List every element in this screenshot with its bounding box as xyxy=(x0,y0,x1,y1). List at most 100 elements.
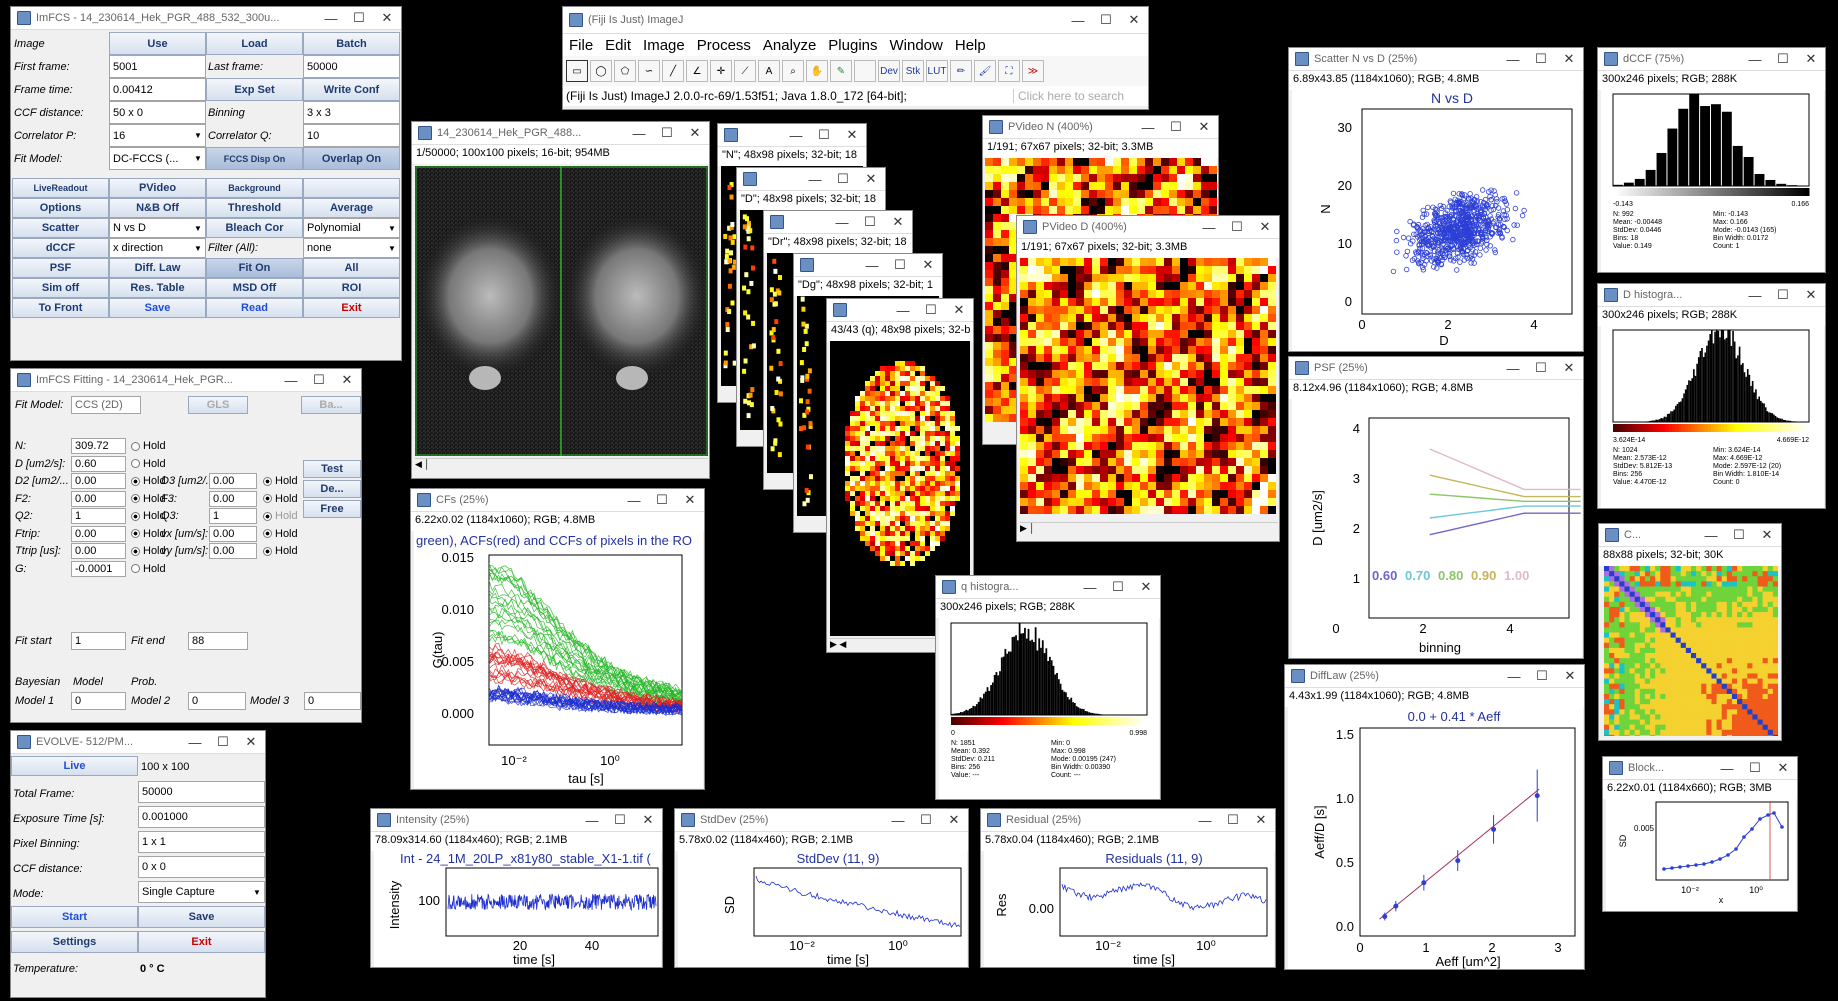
q-histogram-titlebar[interactable]: q histogra... — ☐ ✕ xyxy=(936,576,1160,599)
param-field[interactable]: 0.00 xyxy=(209,490,257,507)
filter-select[interactable]: none ▼ xyxy=(303,238,400,258)
param-field[interactable]: 0.00 xyxy=(71,490,126,507)
frame-time-field[interactable]: 0.00412 xyxy=(109,78,206,101)
live-button[interactable]: Live xyxy=(11,756,138,776)
close-icon[interactable]: ✕ xyxy=(884,214,912,230)
exp-set-button[interactable]: Exp Set xyxy=(206,78,303,101)
pencil-tool-icon[interactable]: ✏ xyxy=(950,60,972,82)
stack-titlebar[interactable]: 14_230614_Hek_PGR_488... — ☐ ✕ xyxy=(412,122,709,145)
first-frame-field[interactable]: 5001 xyxy=(109,55,206,78)
d-histogram-titlebar[interactable]: D histogra... — ☐ ✕ xyxy=(1598,284,1825,307)
minimize-icon[interactable]: — xyxy=(620,493,648,508)
close-icon[interactable]: ✕ xyxy=(1190,119,1218,135)
close-icon[interactable]: ✕ xyxy=(237,734,265,750)
roi-size-field[interactable]: 100 x 100 xyxy=(138,756,265,778)
load-button[interactable]: Load xyxy=(206,32,303,55)
psf-plot[interactable]: 4 3 2 1 0 2 4 binning D [um2/s] 0.60 0.7… xyxy=(1292,398,1582,659)
pvideo-button[interactable]: PVideo xyxy=(109,178,206,198)
write-conf-button[interactable]: Write Conf xyxy=(303,78,400,101)
menu-image[interactable]: Image xyxy=(643,37,685,54)
dccf-histogram[interactable]: -0.143 0.166N: 992Mean: -0.00448StdDev: 0… xyxy=(1601,88,1824,273)
hold-radio[interactable]: Hold xyxy=(131,563,166,575)
param-field[interactable]: 1 xyxy=(209,508,257,524)
imagej-titlebar[interactable]: (Fiji Is Just) ImageJ — ☐ ✕ xyxy=(563,7,1148,34)
threshold-button[interactable]: Threshold xyxy=(206,198,303,218)
close-icon[interactable]: ✕ xyxy=(1132,579,1160,595)
more-tools-icon[interactable]: ≫ xyxy=(1022,60,1044,82)
pvideo-d-heatmap[interactable] xyxy=(1020,258,1278,520)
close-icon[interactable]: ✕ xyxy=(914,257,942,273)
maximize-icon[interactable]: ☐ xyxy=(653,125,681,141)
parameter-map-titlebar[interactable]: — ☐ ✕ xyxy=(718,124,866,147)
blank-tool-icon[interactable] xyxy=(854,60,876,82)
fit-end-field[interactable]: 88 xyxy=(188,632,248,650)
scatter-button[interactable]: Scatter xyxy=(12,218,109,238)
param-field[interactable]: 1 xyxy=(71,508,126,524)
gls-button[interactable]: GLS xyxy=(188,396,248,414)
use-button[interactable]: Use xyxy=(109,32,206,55)
polygon-tool-icon[interactable]: ⬠ xyxy=(614,60,636,82)
line-tool-icon[interactable]: ╱ xyxy=(662,60,684,82)
text-tool-icon[interactable]: A xyxy=(758,60,780,82)
minimize-icon[interactable]: — xyxy=(625,126,653,141)
close-icon[interactable]: ✕ xyxy=(1753,527,1781,543)
param-field[interactable]: 0.00 xyxy=(71,525,126,542)
psf-titlebar[interactable]: PSF (25%) — ☐ ✕ xyxy=(1289,357,1583,380)
batch-button[interactable]: Batch xyxy=(303,32,400,55)
msd-off-button[interactable]: MSD Off xyxy=(206,278,303,298)
maximize-icon[interactable]: ☐ xyxy=(829,171,857,187)
stk-tool[interactable]: Stk xyxy=(902,60,924,82)
minimize-icon[interactable]: — xyxy=(1134,120,1162,135)
correlation-heatmap[interactable] xyxy=(1604,566,1778,736)
close-icon[interactable]: ✕ xyxy=(333,372,361,388)
freehand-tool-icon[interactable]: ∽ xyxy=(638,60,660,82)
minimize-icon[interactable]: — xyxy=(801,172,829,187)
close-icon[interactable]: ✕ xyxy=(681,125,709,141)
wand-tool-icon[interactable]: ⟋ xyxy=(734,60,756,82)
hold-radio[interactable]: Hold xyxy=(263,493,298,505)
correlation-map-titlebar[interactable]: C... — ☐ ✕ xyxy=(1599,524,1781,547)
maximize-icon[interactable]: ☐ xyxy=(917,302,945,318)
close-icon[interactable]: ✕ xyxy=(857,171,885,187)
maximize-icon[interactable]: ☐ xyxy=(1162,119,1190,135)
minimize-icon[interactable]: — xyxy=(828,215,856,230)
menu-edit[interactable]: Edit xyxy=(605,37,631,54)
rectangle-tool-icon[interactable]: ▭ xyxy=(566,60,588,82)
fccs-disp-button[interactable]: FCCS Disp On xyxy=(206,147,303,170)
maximize-icon[interactable]: ☐ xyxy=(209,734,237,750)
param-field[interactable]: 0.60 xyxy=(71,455,126,472)
model1-field[interactable]: 0 xyxy=(71,692,126,710)
d-histogram[interactable]: 3.624E-14 4.669E-12N: 1024Mean: 2.573E-12… xyxy=(1601,324,1824,509)
parameter-map-titlebar[interactable]: — ☐ ✕ xyxy=(764,211,912,234)
param-field[interactable]: 0.00 xyxy=(209,543,257,559)
maximize-icon[interactable]: ☐ xyxy=(1527,360,1555,376)
parameter-map-titlebar[interactable]: — ☐ ✕ xyxy=(737,168,885,191)
imfcs-titlebar[interactable]: ImFCS - 14_230614_Hek_PGR_488_532_300u..… xyxy=(11,7,401,30)
free-button[interactable]: Free xyxy=(303,500,361,518)
point-tool-icon[interactable]: ✛ xyxy=(710,60,732,82)
cfs-titlebar[interactable]: CFs (25%) — ☐ ✕ xyxy=(411,489,704,512)
background-button[interactable]: Background xyxy=(206,178,303,198)
maximize-icon[interactable]: ☐ xyxy=(886,257,914,273)
minimize-icon[interactable]: — xyxy=(889,303,917,318)
camera-exit-button[interactable]: Exit xyxy=(138,931,265,953)
scatter-titlebar[interactable]: Scatter N vs D (25%) — ☐ ✕ xyxy=(1289,48,1583,71)
bleach-cor-button[interactable]: Bleach Cor xyxy=(206,218,303,238)
q-histogram[interactable]: 0 0.998N: 1851Mean: 0.392StdDev: 0.211Bin… xyxy=(939,617,1159,800)
hold-radio[interactable]: Hold xyxy=(131,458,166,470)
menu-process[interactable]: Process xyxy=(697,37,751,54)
angle-tool-icon[interactable]: ∠ xyxy=(686,60,708,82)
close-icon[interactable]: ✕ xyxy=(1556,668,1584,684)
bayes-button[interactable]: Ba... xyxy=(301,396,361,414)
fit-model-select[interactable]: DC-FCCS (... ▼ xyxy=(109,147,206,170)
total-frame-field[interactable]: 50000 xyxy=(138,781,265,803)
test-button[interactable]: Test xyxy=(303,460,361,478)
overlap-button[interactable]: Overlap On xyxy=(303,147,400,170)
cfs-plot[interactable]: green), ACFs(red) and CCFs of pixels in … xyxy=(414,530,703,788)
correlator-p-select[interactable]: 16 ▼ xyxy=(109,124,206,147)
ccf-distance-field[interactable]: 50 x 0 xyxy=(109,101,206,124)
last-frame-field[interactable]: 50000 xyxy=(303,55,400,78)
close-icon[interactable]: ✕ xyxy=(1251,219,1279,235)
maximize-icon[interactable]: ☐ xyxy=(345,10,373,26)
maximize-icon[interactable]: ☐ xyxy=(1769,287,1797,303)
